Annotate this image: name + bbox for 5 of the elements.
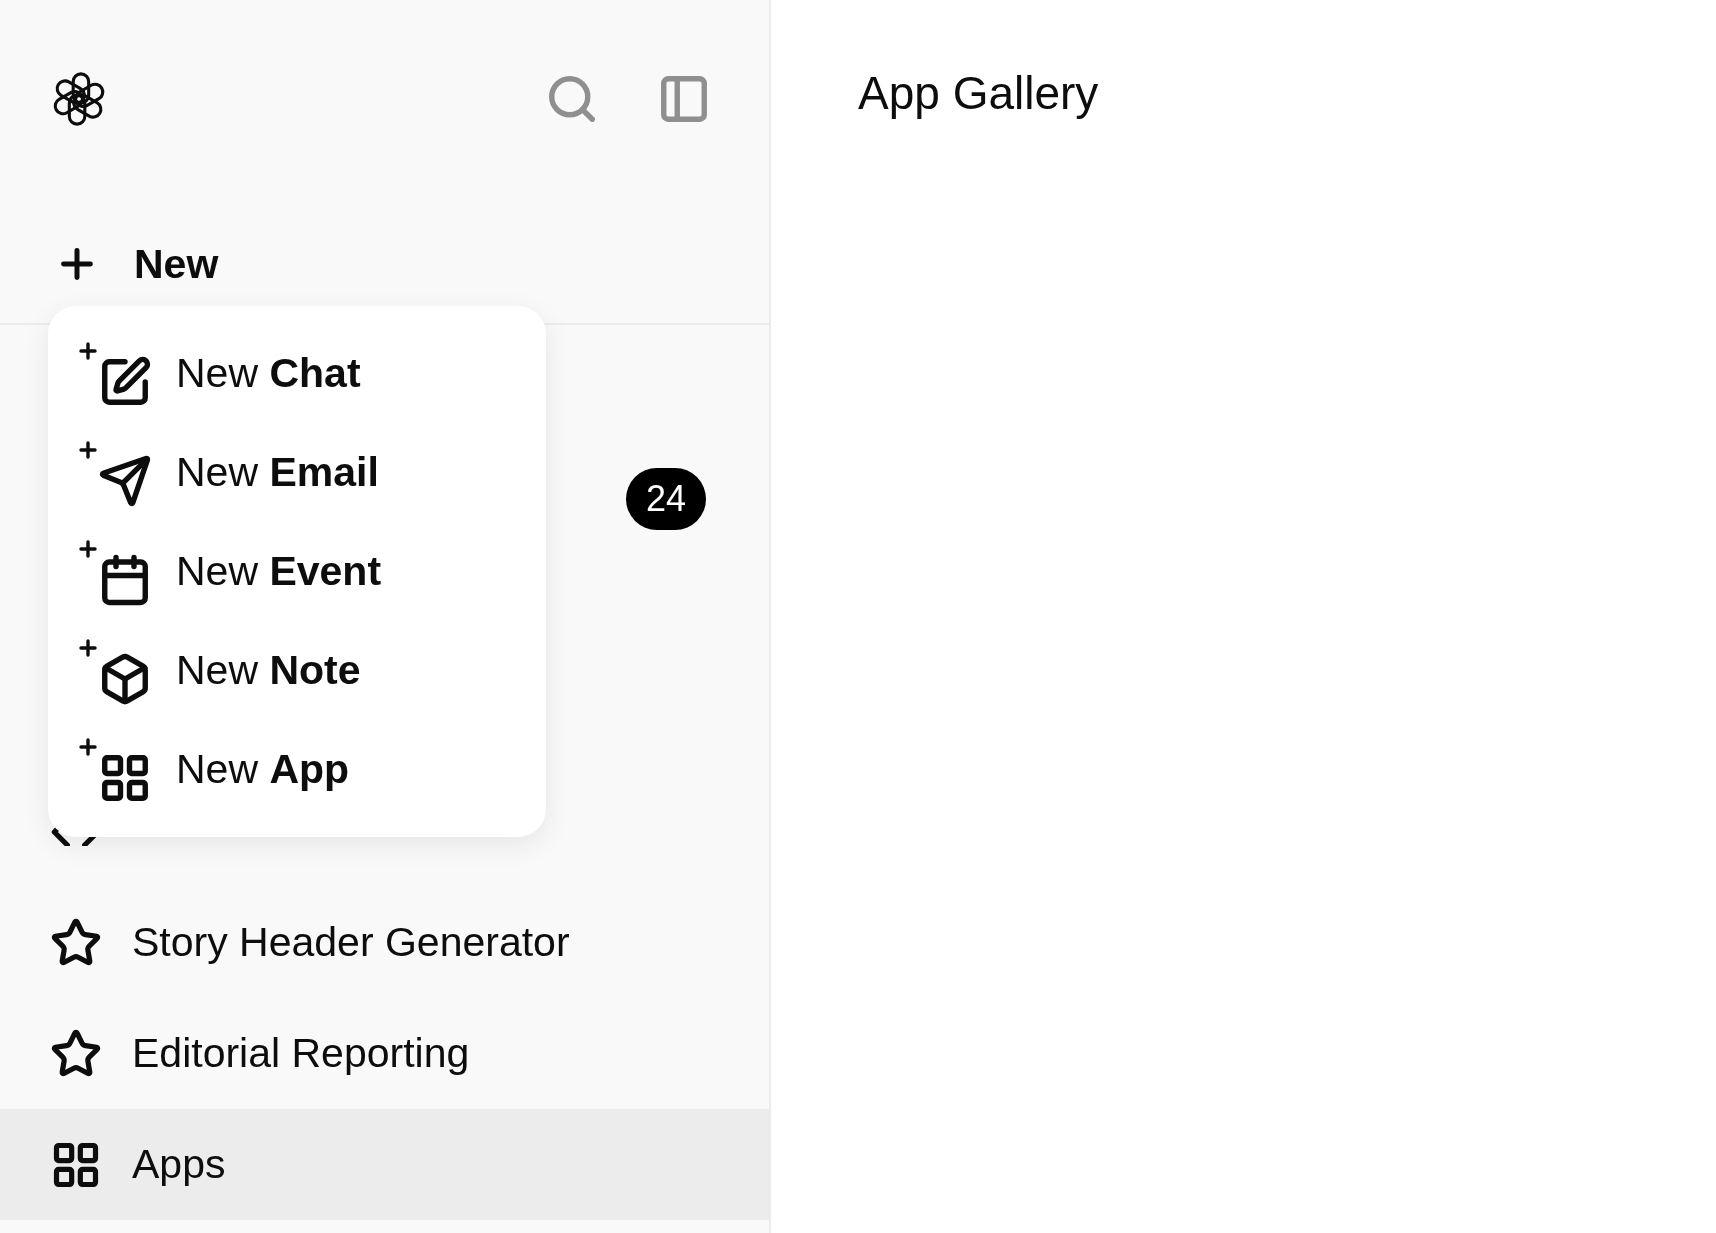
sidebar-item-label: Editorial Reporting <box>132 1030 470 1077</box>
count-badge: 24 <box>626 467 706 530</box>
sidebar-item-label: Story Header Generator <box>132 919 570 966</box>
sidebar-item-label: Apps <box>132 1141 226 1188</box>
page-title: App Gallery <box>858 66 1099 120</box>
